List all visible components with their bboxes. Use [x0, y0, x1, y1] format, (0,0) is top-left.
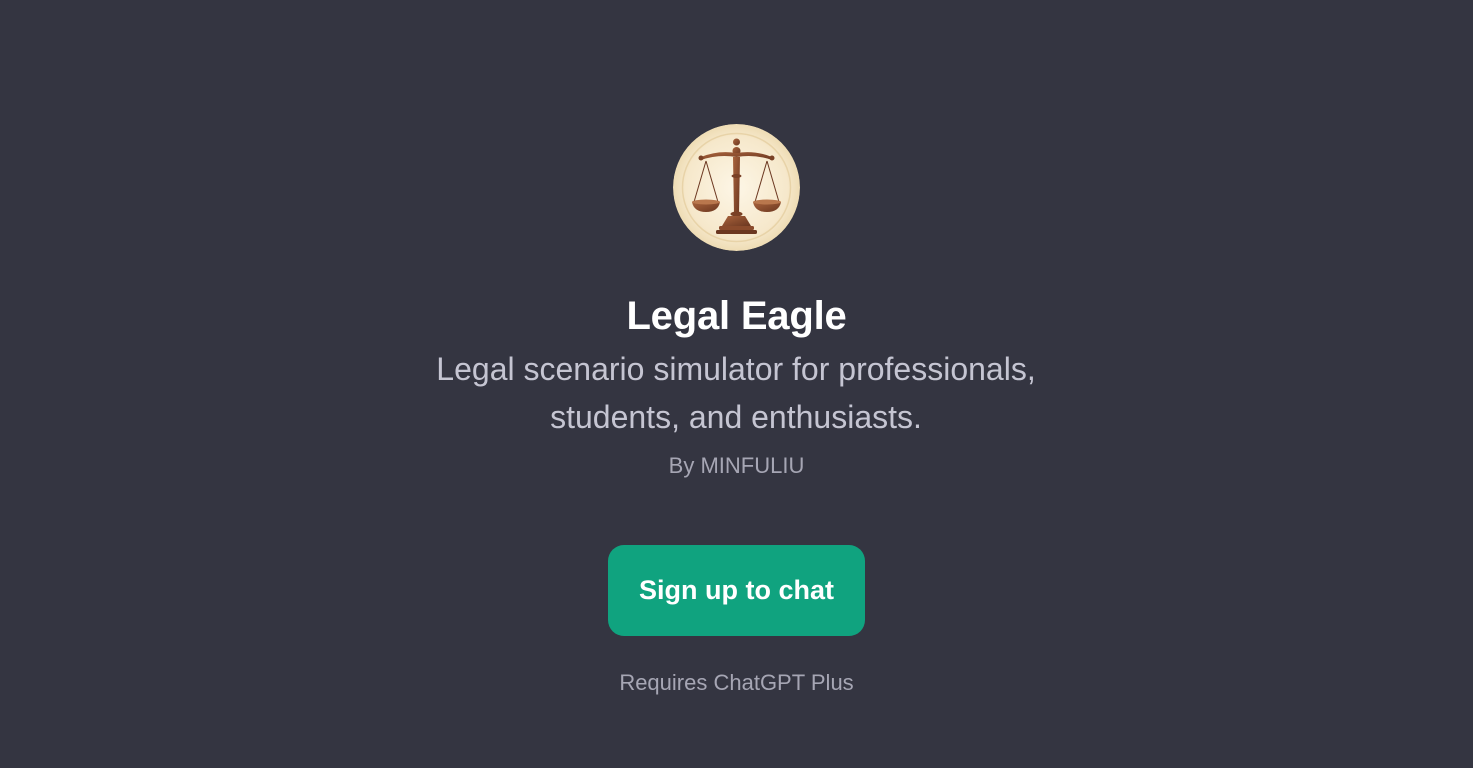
sign-up-to-chat-button[interactable]: Sign up to chat: [608, 545, 865, 636]
gpt-landing: Legal Eagle Legal scenario simulator for…: [0, 0, 1473, 768]
plan-requirement-note: Requires ChatGPT Plus: [619, 670, 854, 695]
gpt-title: Legal Eagle: [626, 294, 847, 338]
gpt-author: By MINFULIU: [668, 453, 805, 478]
scales-of-justice-icon: [673, 124, 800, 251]
gpt-description: Legal scenario simulator for professiona…: [436, 351, 1036, 435]
gpt-avatar: [673, 124, 800, 251]
